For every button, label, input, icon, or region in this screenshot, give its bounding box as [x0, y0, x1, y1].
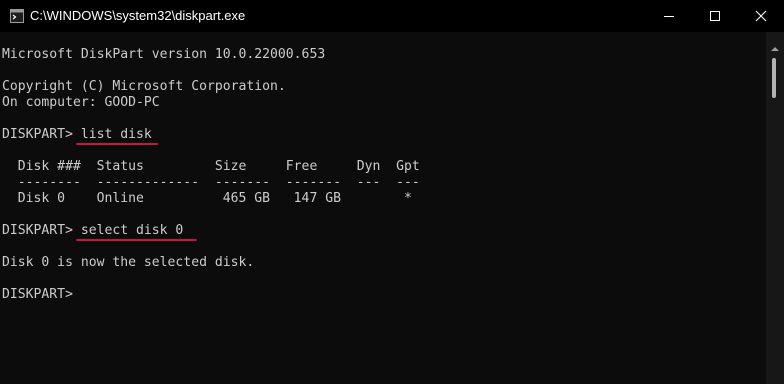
prompt-line: DISKPART> list disk: [2, 127, 152, 142]
prompt-line: DISKPART> select disk 0: [2, 223, 184, 238]
minimize-button[interactable]: [646, 0, 692, 32]
table-header: Disk ### Status Size Free Dyn Gpt: [2, 159, 420, 174]
console-line: On computer: GOOD-PC: [2, 95, 160, 110]
window-title: C:\WINDOWS\system32\diskpart.exe: [30, 8, 246, 23]
console-app-icon: [10, 9, 24, 23]
close-button[interactable]: [738, 0, 784, 32]
chevron-up-icon[interactable]: [771, 46, 779, 52]
close-icon: [755, 10, 767, 22]
command-underline: [76, 143, 158, 145]
console-line: Copyright (C) Microsoft Corporation.: [2, 79, 286, 94]
maximize-button[interactable]: [692, 0, 738, 32]
vertical-scrollbar[interactable]: [766, 32, 784, 384]
prompt-line: DISKPART>: [2, 287, 73, 302]
title-bar: C:\WINDOWS\system32\diskpart.exe: [0, 0, 784, 32]
table-separator: -------- ------------- ------- ------- -…: [2, 175, 420, 190]
minimize-icon: [664, 16, 674, 17]
maximize-icon: [710, 11, 720, 21]
command-underline: [76, 239, 197, 241]
console-line: Microsoft DiskPart version 10.0.22000.65…: [2, 47, 326, 62]
scroll-thumb[interactable]: [772, 58, 776, 98]
console-output[interactable]: Microsoft DiskPart version 10.0.22000.65…: [0, 32, 766, 384]
console-line: Disk 0 is now the selected disk.: [2, 255, 255, 270]
table-row: Disk 0 Online 465 GB 147 GB *: [2, 191, 412, 206]
